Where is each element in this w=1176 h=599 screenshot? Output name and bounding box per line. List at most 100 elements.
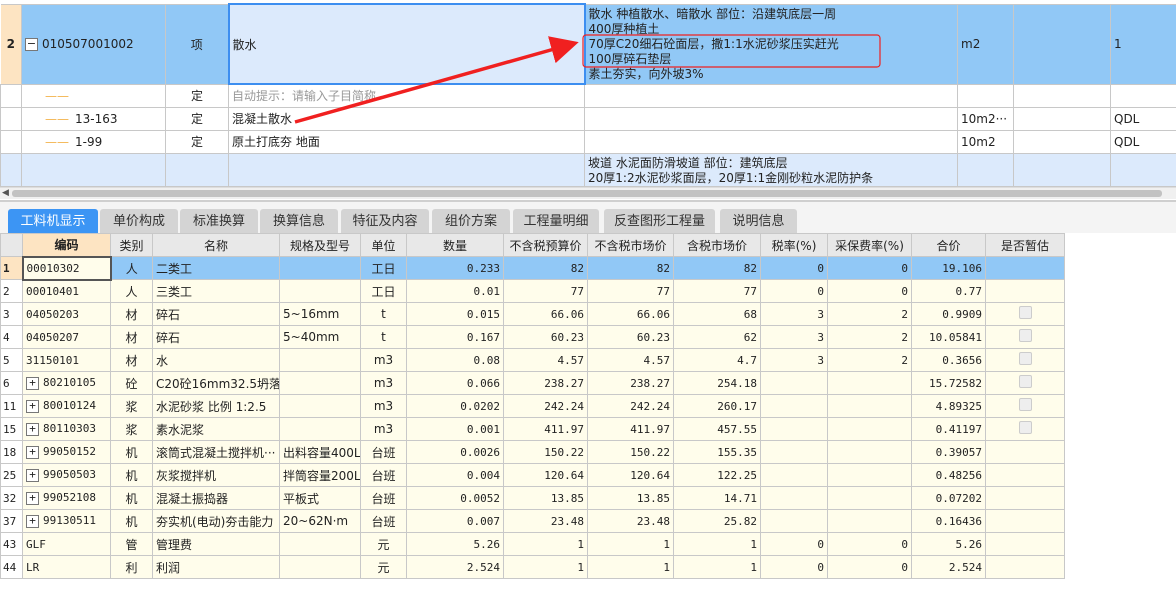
qty-cell[interactable]: 5.26 bbox=[406, 532, 504, 556]
fee-cell[interactable]: 0 bbox=[827, 279, 912, 303]
feature-desc-cell[interactable]: 散水 种植散水、暗散水 部位：沿建筑底层一周 400厚种植土 70厚C20细石砼面层… bbox=[584, 3, 958, 85]
resource-row[interactable]: 43 GLF 管管理费元 5.26 1 1 1 0 0 5.26 bbox=[0, 532, 1065, 556]
spec-cell[interactable] bbox=[279, 394, 361, 418]
market-tax-cell[interactable]: 260.17 bbox=[673, 394, 761, 418]
total-cell[interactable]: 10.05841 bbox=[911, 325, 986, 349]
tax-cell[interactable]: 3 bbox=[760, 302, 828, 326]
spec-cell[interactable] bbox=[279, 256, 361, 280]
market-cell[interactable]: 242.24 bbox=[587, 394, 674, 418]
estimate-checkbox[interactable] bbox=[1018, 375, 1032, 388]
estimate-checkbox[interactable] bbox=[1018, 329, 1032, 342]
total-cell[interactable]: 0.9909 bbox=[911, 302, 986, 326]
bill-row[interactable]: —— 定自动提示：请输入子目简称 bbox=[0, 83, 1176, 108]
market-tax-cell[interactable]: 122.25 bbox=[673, 463, 761, 487]
fee-cell[interactable]: 0 bbox=[827, 256, 912, 280]
market-tax-cell[interactable]: 25.82 bbox=[673, 509, 761, 533]
tax-cell[interactable]: 3 bbox=[760, 348, 828, 372]
total-cell[interactable]: 0.48256 bbox=[911, 463, 986, 487]
resource-row[interactable]: 37 +99130511 机夯实机(电动)夯击能力 20~62N·m 台班 0.007 23… bbox=[0, 509, 1065, 533]
qty-cell[interactable]: 0.066 bbox=[406, 371, 504, 395]
name-cell[interactable]: 二类工 bbox=[152, 256, 280, 280]
budget-cell[interactable]: 60.23 bbox=[503, 325, 588, 349]
budget-cell[interactable]: 1 bbox=[503, 532, 588, 556]
code-cell[interactable]: 04050203 bbox=[22, 302, 111, 326]
fee-cell[interactable]: 0 bbox=[827, 555, 912, 579]
spec-cell[interactable] bbox=[279, 555, 361, 579]
name-cell[interactable]: 水 bbox=[152, 348, 280, 372]
tab-0[interactable]: 工料机显示 bbox=[8, 209, 98, 234]
estimate-checkbox[interactable] bbox=[1018, 352, 1032, 365]
total-cell[interactable]: 5.26 bbox=[911, 532, 986, 556]
total-cell[interactable]: 15.72582 bbox=[911, 371, 986, 395]
code-cell[interactable]: +80210105 bbox=[22, 371, 111, 395]
tax-cell[interactable]: 0 bbox=[760, 256, 828, 280]
budget-cell[interactable]: 150.22 bbox=[503, 440, 588, 464]
tab-3[interactable]: 换算信息 bbox=[260, 209, 338, 234]
total-cell[interactable]: 4.89325 bbox=[911, 394, 986, 418]
name-cell[interactable]: 滚筒式混凝土搅拌机··· bbox=[152, 440, 280, 464]
expand-icon[interactable]: + bbox=[26, 514, 39, 528]
bill-row[interactable]: —— 13-163 定混凝土散水 10m2··· QDL bbox=[0, 106, 1176, 131]
tab-8[interactable]: 说明信息 bbox=[720, 209, 797, 234]
market-tax-cell[interactable]: 1 bbox=[673, 532, 761, 556]
market-cell[interactable]: 66.06 bbox=[587, 302, 674, 326]
market-tax-cell[interactable]: 1 bbox=[673, 555, 761, 579]
qty-cell[interactable]: 0.0202 bbox=[406, 394, 504, 418]
column-header[interactable]: 税率(%) bbox=[760, 233, 828, 257]
qty-cell[interactable]: 0.0026 bbox=[406, 440, 504, 464]
qty-cell[interactable]: 0.01 bbox=[406, 279, 504, 303]
budget-cell[interactable]: 1 bbox=[503, 555, 588, 579]
total-cell[interactable]: 0.41197 bbox=[911, 417, 986, 441]
column-header[interactable]: 类别 bbox=[110, 233, 153, 257]
market-cell[interactable]: 82 bbox=[587, 256, 674, 280]
spec-cell[interactable] bbox=[279, 279, 361, 303]
tax-cell[interactable] bbox=[760, 440, 828, 464]
total-cell[interactable]: 0.3656 bbox=[911, 348, 986, 372]
fee-cell[interactable] bbox=[827, 371, 912, 395]
fee-cell[interactable] bbox=[827, 394, 912, 418]
resource-row[interactable]: 6 +80210105 砼 C20砼16mm32.5坍落··· m3 0.066 238.2… bbox=[0, 371, 1065, 395]
resource-row[interactable]: 25 +99050503 机灰浆搅拌机 拌筒容量200L 台班 0.004 120.64 12… bbox=[0, 463, 1065, 487]
total-cell[interactable]: 0.39057 bbox=[911, 440, 986, 464]
code-cell[interactable]: +80010124 bbox=[22, 394, 111, 418]
qty-cell[interactable]: 0.007 bbox=[406, 509, 504, 533]
fee-cell[interactable] bbox=[827, 509, 912, 533]
name-cell[interactable]: 混凝土散水 bbox=[228, 106, 585, 131]
spec-cell[interactable]: 出料容量400L bbox=[279, 440, 361, 464]
scroll-left-icon[interactable]: ◀ bbox=[2, 188, 9, 198]
column-header[interactable]: 数量 bbox=[406, 233, 504, 257]
budget-cell[interactable]: 242.24 bbox=[503, 394, 588, 418]
market-cell[interactable]: 238.27 bbox=[587, 371, 674, 395]
budget-cell[interactable]: 411.97 bbox=[503, 417, 588, 441]
expand-icon[interactable]: + bbox=[26, 468, 39, 482]
expand-icon[interactable]: + bbox=[26, 422, 39, 436]
budget-cell[interactable]: 238.27 bbox=[503, 371, 588, 395]
tax-cell[interactable] bbox=[760, 463, 828, 487]
code-cell[interactable]: +80110303 bbox=[22, 417, 111, 441]
name-cell[interactable]: 管理费 bbox=[152, 532, 280, 556]
feature-desc-cell[interactable] bbox=[584, 129, 958, 154]
market-tax-cell[interactable]: 4.7 bbox=[673, 348, 761, 372]
name-cell[interactable]: 三类工 bbox=[152, 279, 280, 303]
resource-row[interactable]: 18 +99050152 机滚筒式混凝土搅拌机··· 出料容量400L 台班 0.0026… bbox=[0, 440, 1065, 464]
fee-cell[interactable]: 2 bbox=[827, 325, 912, 349]
market-cell[interactable]: 150.22 bbox=[587, 440, 674, 464]
total-cell[interactable]: 0.77 bbox=[911, 279, 986, 303]
budget-cell[interactable]: 66.06 bbox=[503, 302, 588, 326]
resource-row[interactable]: 2 00010401 人三类工 工日 0.01 77 77 77 0 0 0.77 bbox=[0, 279, 1065, 303]
market-tax-cell[interactable]: 77 bbox=[673, 279, 761, 303]
code-cell[interactable]: —— bbox=[21, 83, 166, 108]
code-cell[interactable]: —— 1-99 bbox=[21, 129, 166, 154]
feature-desc-cell[interactable] bbox=[584, 106, 958, 131]
spec-cell[interactable] bbox=[279, 532, 361, 556]
resource-row[interactable]: 5 31150101 材水 m3 0.08 4.57 4.57 4.7 3 2 0.3656 bbox=[0, 348, 1065, 372]
market-tax-cell[interactable]: 68 bbox=[673, 302, 761, 326]
name-cell[interactable] bbox=[228, 152, 585, 187]
name-cell[interactable]: 夯实机(电动)夯击能力 bbox=[152, 509, 280, 533]
tax-cell[interactable] bbox=[760, 486, 828, 510]
column-header[interactable]: 含税市场价 bbox=[673, 233, 761, 257]
column-header[interactable]: 采保费率(%) bbox=[827, 233, 912, 257]
spec-cell[interactable]: 20~62N·m bbox=[279, 509, 361, 533]
code-cell[interactable]: +99052108 bbox=[22, 486, 111, 510]
name-cell[interactable]: 碎石 bbox=[152, 302, 280, 326]
